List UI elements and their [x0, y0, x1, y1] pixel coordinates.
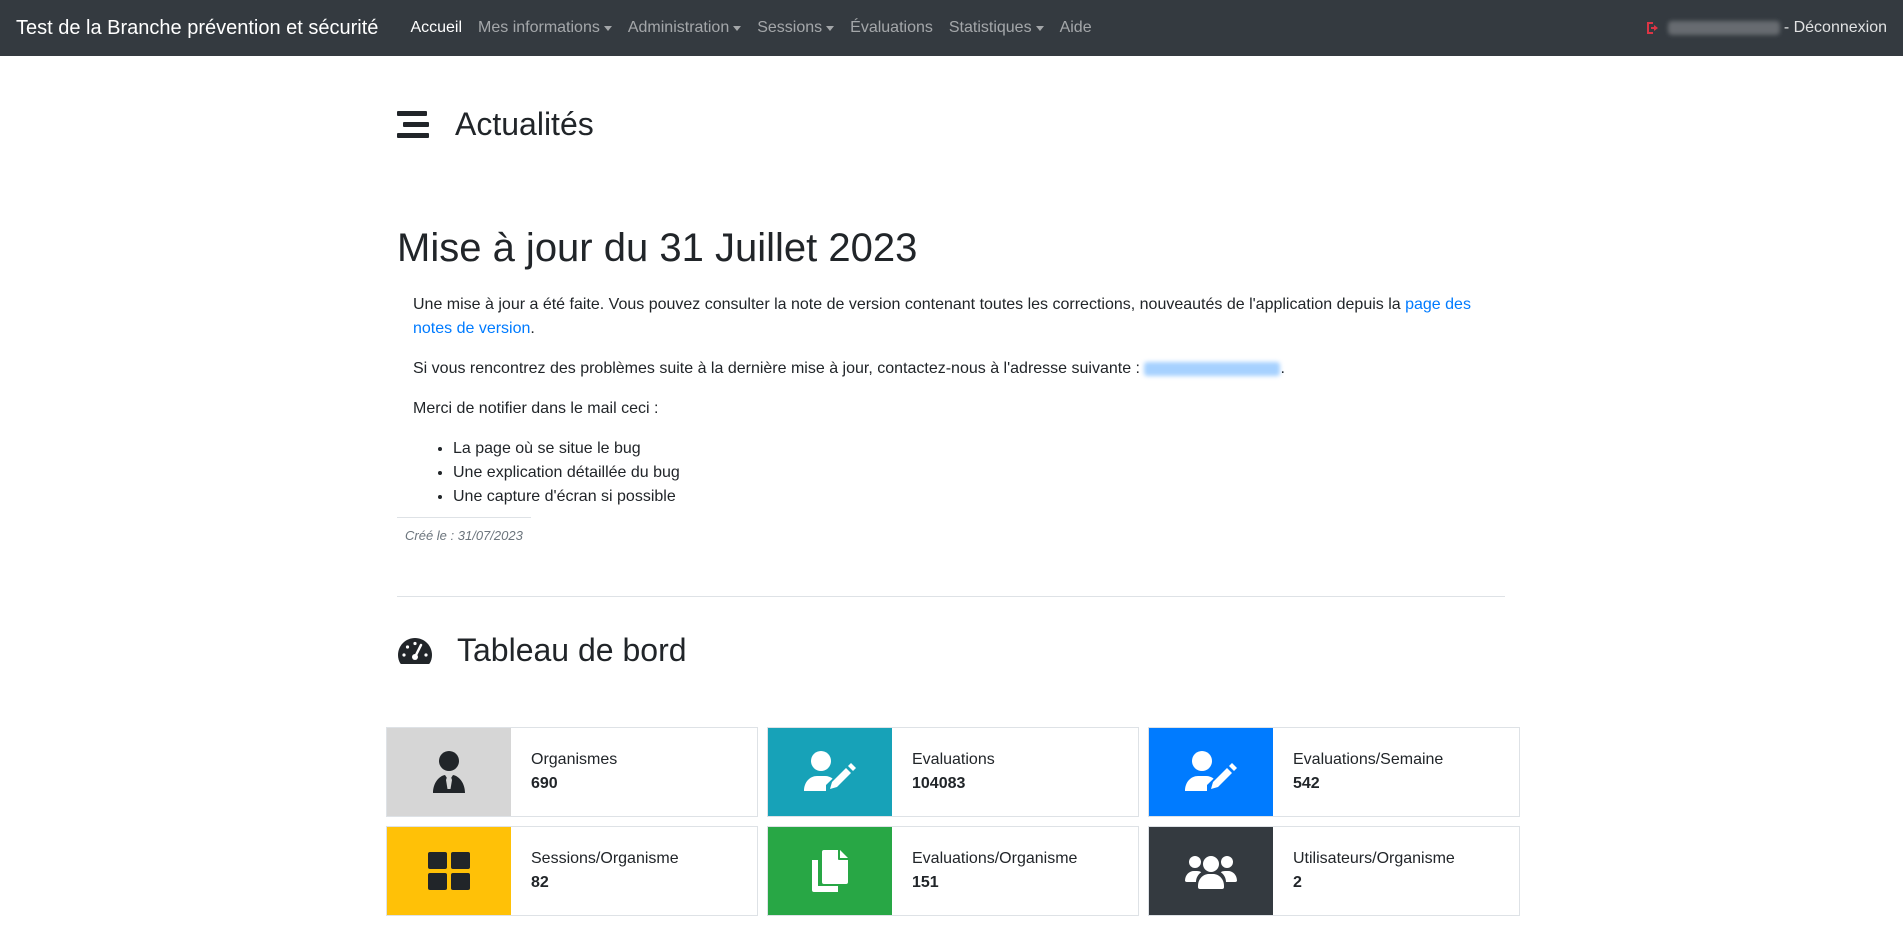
app-brand[interactable]: Test de la Branche prévention et sécurit… — [16, 17, 378, 40]
card-text: Evaluations/Semaine 542 — [1273, 728, 1443, 816]
card-text: Sessions/Organisme 82 — [511, 827, 679, 915]
nav-item-sessions[interactable]: Sessions — [749, 19, 842, 37]
bug-report-list: La page où se situe le bug Une explicati… — [453, 437, 1491, 509]
card-icon-box — [1149, 827, 1273, 915]
card-organismes: Organismes 690 — [386, 727, 758, 817]
copy-icon — [812, 850, 848, 892]
news-text: Si vous rencontrez des problèmes suite à… — [413, 360, 1145, 377]
news-paragraph: Une mise à jour a été faite. Vous pouvez… — [413, 293, 1491, 341]
logout-link[interactable]: - Déconnexion — [1784, 19, 1887, 37]
card-evaluations-semaine: Evaluations/Semaine 542 — [1148, 727, 1520, 817]
card-label: Evaluations/Organisme — [912, 850, 1078, 867]
card-value: 2 — [1293, 874, 1302, 891]
caret-down-icon — [1035, 25, 1044, 31]
news-text: . — [1280, 360, 1285, 377]
card-value: 151 — [912, 874, 939, 891]
card-value: 82 — [531, 874, 549, 891]
card-icon-box — [768, 728, 892, 816]
nav-item-aide[interactable]: Aide — [1052, 19, 1100, 37]
nav-label: Sessions — [757, 19, 823, 36]
news-body: Une mise à jour a été faite. Vous pouvez… — [397, 293, 1507, 509]
card-icon-box — [387, 728, 511, 816]
caret-down-icon — [603, 25, 612, 31]
nav-item-statistiques[interactable]: Statistiques — [941, 19, 1052, 37]
nav-label: Statistiques — [948, 19, 1032, 36]
nav-item-evaluations[interactable]: Évaluations — [842, 19, 941, 37]
nav-item-administration[interactable]: Administration — [620, 19, 749, 37]
dashboard-heading-title: Tableau de bord — [457, 632, 687, 668]
card-text: Evaluations/Organisme 151 — [892, 827, 1077, 915]
nav-label: Évaluations — [850, 19, 933, 36]
user-name-redacted — [1667, 21, 1780, 35]
nav-item-accueil[interactable]: Accueil — [402, 19, 470, 37]
nav-label: Administration — [627, 19, 730, 36]
card-sessions-organisme: Sessions/Organisme 82 — [386, 826, 758, 916]
tachometer-icon — [398, 637, 432, 664]
card-icon-box — [387, 827, 511, 915]
card-value: 690 — [531, 775, 558, 792]
section-divider — [397, 596, 1505, 597]
card-icon-box — [768, 827, 892, 915]
user-edit-icon — [1185, 751, 1237, 791]
sign-out-icon — [1646, 22, 1658, 34]
caret-down-icon — [826, 25, 835, 31]
grid-icon — [428, 852, 470, 890]
nav-label: Accueil — [410, 19, 463, 36]
card-value: 542 — [1293, 775, 1320, 792]
news-article: Mise à jour du 31 Juillet 2023 Une mise … — [397, 226, 1507, 545]
list-item: Une capture d'écran si possible — [453, 485, 1491, 509]
main-nav: Accueil Mes informations Administration … — [402, 19, 1099, 37]
contact-email-link[interactable] — [1144, 361, 1281, 376]
card-label: Utilisateurs/Organisme — [1293, 850, 1455, 867]
card-label: Evaluations/Semaine — [1293, 751, 1444, 768]
caret-down-icon — [733, 25, 742, 31]
user-tie-icon — [433, 751, 465, 793]
user-edit-icon — [804, 751, 856, 791]
nav-item-mes-informations[interactable]: Mes informations — [470, 19, 620, 37]
card-text: Organismes 690 — [511, 728, 617, 816]
news-text: . — [530, 320, 535, 337]
top-navbar: Test de la Branche prévention et sécurit… — [0, 0, 1903, 56]
news-paragraph: Si vous rencontrez des problèmes suite à… — [413, 357, 1491, 381]
card-label: Sessions/Organisme — [531, 850, 679, 867]
users-icon — [1185, 856, 1237, 889]
list-item: La page où se situe le bug — [453, 437, 1491, 461]
card-label: Evaluations — [912, 751, 995, 768]
list-item: Une explication détaillée du bug — [453, 461, 1491, 485]
news-paragraph: Merci de notifier dans le mail ceci : — [413, 400, 659, 417]
card-value: 104083 — [912, 775, 966, 792]
logout-area[interactable]: - Déconnexion — [1646, 19, 1887, 37]
card-label: Organismes — [531, 751, 618, 768]
card-icon-box — [1149, 728, 1273, 816]
nav-label: Mes informations — [478, 19, 600, 36]
nav-label: Aide — [1059, 19, 1092, 36]
card-evaluations: Evaluations 104083 — [767, 727, 1139, 817]
news-title: Mise à jour du 31 Juillet 2023 — [397, 226, 918, 270]
card-utilisateurs-organisme: Utilisateurs/Organisme 2 — [1148, 826, 1520, 916]
dashboard-heading: Tableau de bord — [397, 632, 1507, 669]
dashboard-cards: Organismes 690 Evaluations 104083 Evalua… — [386, 727, 1520, 916]
bars-icon — [397, 110, 429, 138]
card-text: Evaluations 104083 — [892, 728, 995, 816]
news-text: Une mise à jour a été faite. Vous pouvez… — [413, 296, 1406, 313]
news-heading-title: Actualités — [455, 106, 594, 142]
news-heading: Actualités — [397, 106, 1507, 143]
created-date: Créé le : 31/07/2023 — [397, 517, 531, 543]
card-evaluations-organisme: Evaluations/Organisme 151 — [767, 826, 1139, 916]
card-text: Utilisateurs/Organisme 2 — [1273, 827, 1455, 915]
